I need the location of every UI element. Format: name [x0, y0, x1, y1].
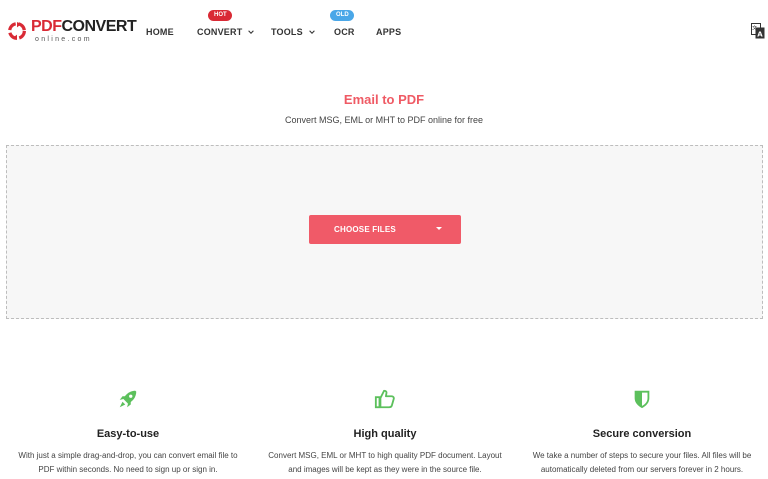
- feature-description: With just a simple drag-and-drop, you ca…: [8, 449, 248, 477]
- chevron-down-icon: [248, 30, 255, 34]
- page-subtitle: Convert MSG, EML or MHT to PDF online fo…: [284, 115, 484, 125]
- logo-recycle-icon: [8, 21, 26, 41]
- page-title: Email to PDF: [343, 92, 425, 107]
- feature-description: Convert MSG, EML or MHT to high quality …: [265, 449, 505, 477]
- logo-title: PDFCONVERT: [31, 18, 137, 35]
- logo-convert: CONVERT: [61, 18, 137, 35]
- nav-home[interactable]: HOME: [146, 27, 174, 37]
- chevron-down-icon: [309, 30, 315, 34]
- nav-convert[interactable]: CONVERT: [197, 27, 255, 37]
- logo-text: PDFCONVERT online.com: [31, 18, 137, 44]
- nav-apps[interactable]: APPS: [376, 27, 401, 37]
- feature-title: High quality: [353, 428, 417, 440]
- nav-tools[interactable]: TOOLS: [271, 27, 315, 37]
- feature-line-1: We take a number of steps to secure your…: [532, 451, 752, 460]
- nav-apps-label: APPS: [376, 27, 402, 37]
- thumbs-up-icon: [374, 389, 395, 409]
- feature-high-quality: High quality Convert MSG, EML or MHT to …: [265, 388, 505, 477]
- feature-line-1: Convert MSG, EML or MHT to high quality …: [268, 451, 502, 460]
- translate-icon[interactable]: A 文: [751, 23, 765, 39]
- shield-icon: [634, 390, 650, 409]
- feature-description: We take a number of steps to secure your…: [522, 449, 762, 477]
- logo-domain: online.com: [35, 36, 92, 43]
- svg-text:文: 文: [752, 25, 757, 32]
- choose-files-button[interactable]: CHOOSE FILES: [309, 215, 461, 244]
- logo[interactable]: PDFCONVERT online.com: [6, 18, 137, 44]
- hot-badge: HOT: [208, 10, 232, 21]
- feature-line-2: and images will be kept as they were in …: [288, 465, 482, 474]
- feature-line-2: automatically deleted from our servers f…: [540, 465, 744, 474]
- feature-secure-conversion: Secure conversion We take a number of st…: [522, 388, 762, 477]
- nav-ocr[interactable]: OCR: [334, 27, 355, 37]
- feature-line-2: PDF within seconds. No need to sign up o…: [38, 465, 218, 474]
- feature-title: Easy-to-use: [96, 428, 160, 440]
- nav-convert-label: CONVERT: [197, 27, 243, 37]
- feature-title: Secure conversion: [592, 428, 692, 440]
- svg-text:A: A: [757, 31, 763, 39]
- feature-easy-to-use: Easy-to-use With just a simple drag-and-…: [8, 388, 248, 477]
- nav-tools-label: TOOLS: [271, 27, 303, 37]
- nav-ocr-label: OCR: [334, 27, 355, 37]
- choose-files-label: CHOOSE FILES: [334, 225, 396, 234]
- feature-line-1: With just a simple drag-and-drop, you ca…: [18, 451, 238, 460]
- rocket-icon: [119, 390, 137, 408]
- header: PDFCONVERT online.com HOME HOT CONVERT T…: [0, 0, 768, 62]
- caret-down-icon[interactable]: [436, 227, 442, 230]
- old-badge: OLD: [330, 10, 354, 21]
- logo-pdf: PDF: [31, 18, 62, 35]
- nav-home-label: HOME: [146, 27, 174, 37]
